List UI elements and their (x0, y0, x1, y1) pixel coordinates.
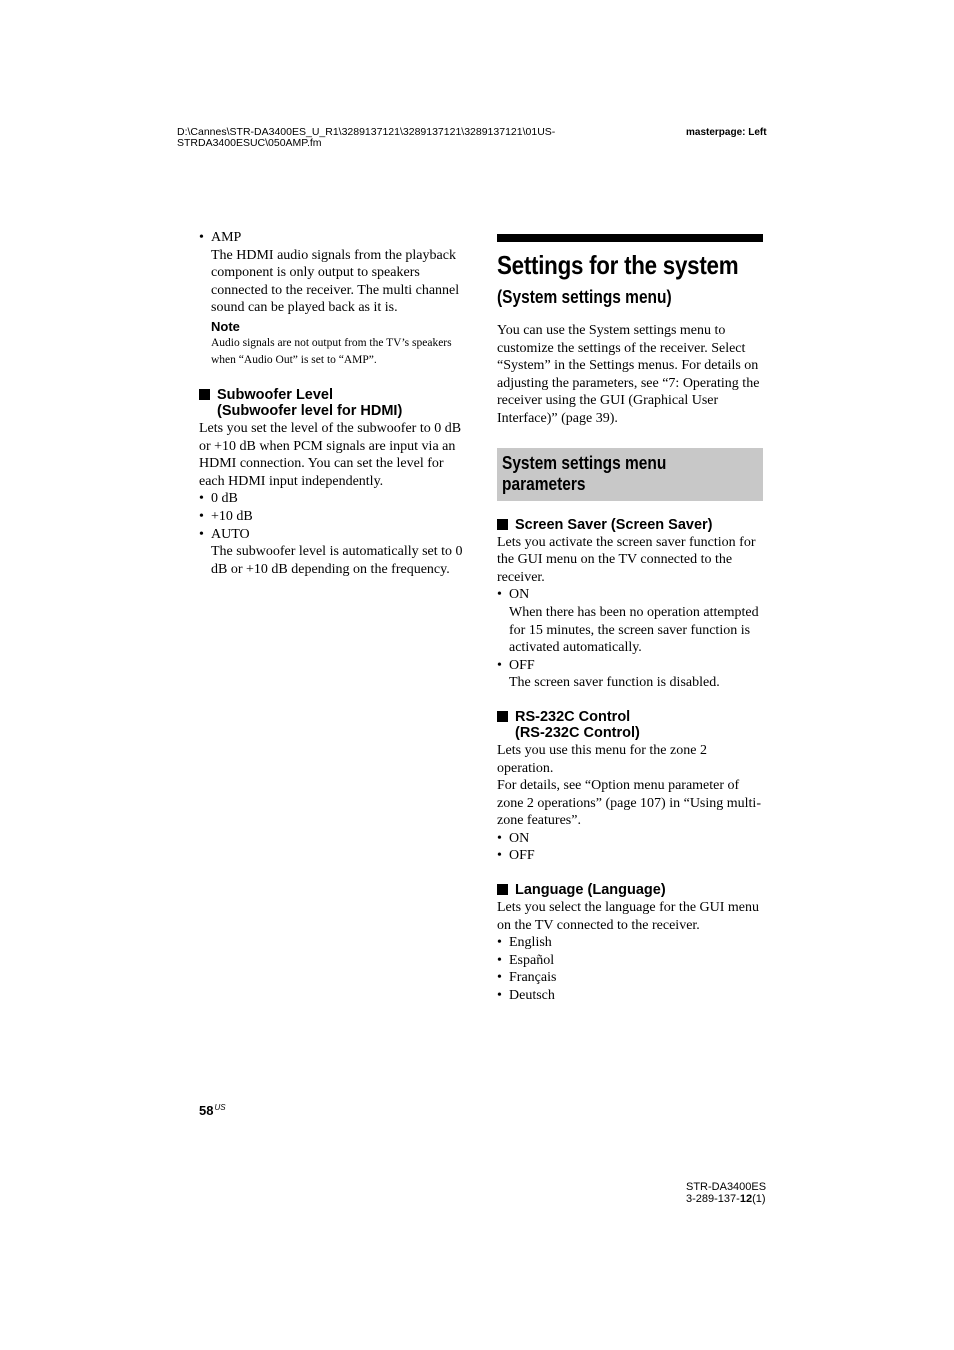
bullet-icon: • (199, 230, 204, 245)
option-label: Español (509, 952, 555, 968)
model-info: STR-DA3400ES 3-289-137-12(1) (686, 1181, 766, 1205)
subwoofer-description: Lets you set the level of the subwoofer … (199, 420, 462, 489)
rs232c-heading-line-1: RS-232C Control (515, 708, 631, 725)
bullet-icon: • (199, 508, 204, 524)
file-path-header: D:\Cannes\STR-DA3400ES_U_R1\3289137121\3… (177, 127, 555, 149)
model-code: 3-289-137-12(1) (686, 1193, 766, 1205)
page-title: Settings for the system (497, 250, 739, 280)
bullet-icon: • (497, 970, 502, 986)
bullet-icon: • (497, 587, 502, 603)
file-path-line-2: STRDA3400ESUC\050AMP.fm (177, 137, 322, 149)
option-label: +10 dB (211, 508, 253, 524)
bullet-icon: • (497, 657, 502, 673)
rs232c-option-off: • OFF (497, 847, 763, 865)
language-heading: Language (Language) (497, 882, 763, 898)
option-label: 0 dB (211, 491, 238, 507)
language-description: Lets you select the language for the GUI… (497, 900, 760, 933)
page-number-value: 58 (199, 1103, 214, 1118)
subwoofer-auto-description: The subwoofer level is automatically set… (211, 544, 463, 577)
section-square-icon (199, 388, 210, 400)
note-title: Note (211, 318, 240, 334)
language-option-english: • English (497, 934, 763, 952)
option-label: ON (509, 830, 530, 846)
bullet-icon: • (199, 491, 204, 507)
amp-option-description: The HDMI audio signals from the playback… (211, 247, 460, 316)
subwoofer-level-heading: Subwoofer Level (Subwoofer level for HDM… (199, 387, 467, 419)
screen-saver-off-description: The screen saver function is disabled. (509, 675, 720, 691)
title-rule (497, 234, 763, 242)
page-number-suffix: US (214, 1103, 226, 1112)
note-text: Audio signals are not output from the TV… (211, 336, 452, 366)
screen-saver-description: Lets you activate the screen saver funct… (497, 534, 756, 585)
language-option-deutsch: • Deutsch (497, 987, 763, 1005)
model-code-bold: 12 (739, 1193, 753, 1205)
section-square-icon (497, 518, 508, 530)
bullet-icon: • (497, 952, 502, 968)
parameters-section-box: System settings menu parameters (497, 447, 763, 501)
rs232c-heading-line-2: (RS-232C Control) (515, 724, 640, 741)
right-column: Settings for the system (System settings… (497, 234, 763, 1005)
left-column: • AMP The HDMI audio signals from the pl… (199, 229, 467, 578)
parameters-title-line-2: parameters (502, 473, 586, 494)
option-label: AUTO (211, 526, 250, 542)
bullet-icon: • (497, 848, 502, 864)
bullet-icon: • (199, 526, 204, 542)
option-label: ON (509, 587, 530, 603)
page-number: 58US (199, 1103, 226, 1118)
bullet-icon: • (497, 988, 502, 1004)
rs232c-heading: RS-232C Control (RS-232C Control) (497, 709, 763, 741)
model-code-prefix: 3-289-137- (686, 1193, 740, 1205)
subwoofer-heading-line-2: (Subwoofer level for HDMI) (217, 402, 403, 419)
language-heading-text: Language (Language) (515, 882, 666, 899)
screen-saver-option-on: • ON (497, 586, 763, 604)
section-square-icon (497, 710, 508, 722)
model-code-suffix: (1) (752, 1193, 766, 1205)
option-label: Français (509, 970, 557, 986)
language-option-espanol: • Español (497, 952, 763, 970)
option-label: Deutsch (509, 988, 555, 1004)
model-name: STR-DA3400ES (686, 1181, 767, 1193)
subwoofer-heading-line-1: Subwoofer Level (217, 386, 334, 403)
bullet-icon: • (497, 935, 502, 951)
amp-option-label: AMP (211, 230, 242, 245)
screen-saver-heading-text: Screen Saver (Screen Saver) (515, 516, 713, 533)
screen-saver-option-off: • OFF (497, 657, 763, 675)
amp-option: • AMP (199, 229, 467, 247)
subwoofer-option-0db: • 0 dB (199, 490, 467, 508)
screen-saver-heading: Screen Saver (Screen Saver) (497, 517, 763, 533)
parameters-title-line-1: System settings menu (502, 452, 667, 473)
subwoofer-option-auto: • AUTO (199, 526, 467, 544)
language-option-francais: • Français (497, 969, 763, 987)
masterpage-label: masterpage: Left (686, 127, 767, 138)
section-square-icon (497, 884, 508, 896)
bullet-icon: • (497, 830, 502, 846)
rs232c-description-1: Lets you use this menu for the zone 2 op… (497, 742, 707, 776)
subwoofer-option-10db: • +10 dB (199, 508, 467, 526)
option-label: OFF (509, 657, 535, 673)
option-label: OFF (509, 848, 535, 864)
option-label: English (509, 935, 552, 951)
rs232c-option-on: • ON (497, 830, 763, 848)
rs232c-description-2: For details, see “Option menu parameter … (497, 778, 761, 829)
intro-paragraph: You can use the System settings menu to … (497, 323, 760, 426)
page-subtitle: (System settings menu) (497, 287, 672, 307)
screen-saver-on-description: When there has been no operation attempt… (509, 604, 759, 656)
